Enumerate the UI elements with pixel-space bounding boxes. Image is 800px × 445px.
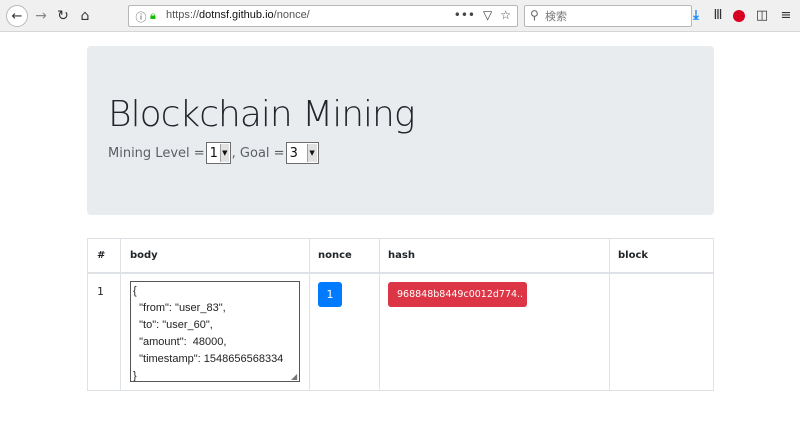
column-header-nonce: nonce [318,250,352,261]
reload-icon: ↻ [57,8,69,24]
column-header-body: body [130,250,158,261]
url-bar[interactable]: ⓘ 🔒︎ https://dotnsf.github.io/nonce/ •••… [128,5,518,27]
arrow-left-icon: ← [11,8,23,24]
search-icon: ⚲ [530,8,539,22]
goal-value: 3 [289,145,298,161]
row-index: 1 [97,285,104,298]
mining-settings: Mining Level = 1 ▼ , Goal = 3 ▼ [108,142,320,164]
mining-level-value: 1 [209,145,218,161]
lock-icon: 🔒︎ [150,9,156,22]
search-bar[interactable]: ⚲ [524,5,692,27]
url-path: /nonce/ [273,9,310,21]
column-header-block: block [618,250,649,261]
page-title: Blockchain Mining [108,94,415,135]
pocket-icon[interactable]: ▽ [483,8,492,22]
hash-badge: 968848b8449c0012d774.. [388,282,527,307]
column-divider [380,239,610,390]
column-header-hash: hash [388,250,415,261]
url-actions: ••• ▽ ☆ [454,8,511,22]
header-separator [88,272,713,274]
download-icon[interactable]: ⤓ [688,8,704,24]
url-prefix: https:// [166,9,200,21]
resize-grip-icon[interactable]: ◢ [291,373,299,381]
ellipsis-icon[interactable]: ••• [454,8,475,22]
hamburger-menu-icon[interactable]: ≡ [778,8,794,24]
extension-icon[interactable] [733,10,745,22]
chevron-down-icon: ▼ [219,144,229,162]
search-input[interactable] [545,8,685,24]
mining-level-select[interactable]: 1 ▼ [205,142,231,164]
column-divider [310,239,380,390]
chevron-down-icon: ▼ [306,144,317,162]
goal-label: , Goal = [231,145,285,161]
column-divider [88,239,121,390]
header-jumbotron: Blockchain Mining Mining Level = 1 ▼ , G… [87,46,714,215]
back-button[interactable]: ← [6,5,28,27]
reload-button[interactable]: ↻ [53,6,73,26]
url-host: dotnsf.github.io [199,9,274,21]
mining-level-label: Mining Level = [108,145,205,161]
browser-toolbar: ← → ↻ ⌂ ⓘ 🔒︎ https://dotnsf.github.io/no… [0,0,800,32]
goal-select[interactable]: 3 ▼ [285,142,319,164]
column-header-index: # [97,250,106,261]
url-text[interactable]: https://dotnsf.github.io/nonce/ [166,9,310,21]
nonce-badge: 1 [318,282,342,307]
info-icon[interactable]: ⓘ [134,9,148,24]
library-icon[interactable]: Ⅲ [710,8,726,24]
home-icon: ⌂ [80,8,90,24]
block-body-textarea[interactable] [130,281,300,382]
home-button[interactable]: ⌂ [75,6,95,26]
blocks-table: # body nonce hash block 1 ◢ 1 968848b844… [87,238,714,391]
forward-button[interactable]: → [31,6,51,26]
sidebar-icon[interactable]: ◫ [754,8,770,24]
star-icon[interactable]: ☆ [500,8,511,22]
arrow-right-icon: → [35,8,47,24]
